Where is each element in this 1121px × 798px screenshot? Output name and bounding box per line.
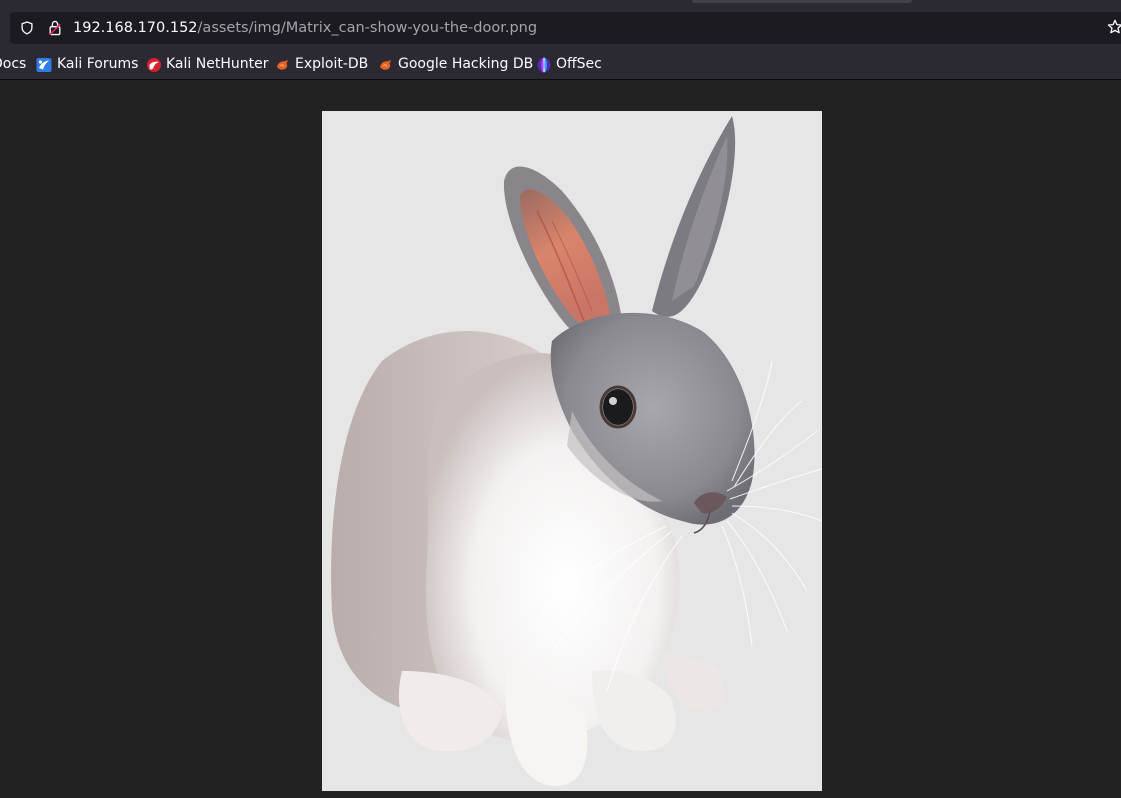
address-bar[interactable]: 192.168.170.152/assets/img/Matrix_can-sh… [10,12,1121,44]
navigation-toolbar: 192.168.170.152/assets/img/Matrix_can-sh… [0,8,1121,48]
rabbit-illustration [331,116,822,787]
kali-forums-icon [36,58,52,72]
lock-warning-icon[interactable] [48,20,62,36]
bookmark-label: Google Hacking DB [398,56,534,72]
page-viewport [0,80,1121,798]
bookmark-label: Kali NetHunter [166,56,269,72]
bookmark-kali-nethunter[interactable]: Kali NetHunter [146,55,269,73]
window-top-strip [0,0,1121,8]
url-text[interactable]: 192.168.170.152/assets/img/Matrix_can-sh… [73,19,537,37]
bookmark-label: Kali Forums [57,56,139,72]
bookmarks-toolbar: Docs Kali Forums Kali NetHunter Exploit-… [0,48,1121,80]
rabbit-image[interactable] [322,111,822,791]
exploit-db-icon [380,60,391,70]
star-icon[interactable] [1107,19,1121,35]
offsec-icon [537,57,551,73]
shield-icon[interactable] [20,21,34,35]
bookmark-label: OffSec [556,56,602,72]
exploit-db-icon [277,60,288,70]
tab-edge[interactable] [692,0,912,3]
bookmark-exploit-db[interactable]: Exploit-DB [275,55,370,73]
url-host: 192.168.170.152 [73,20,198,36]
url-path: /assets/img/Matrix_can-show-you-the-door… [197,20,538,36]
kali-nethunter-icon [147,58,161,72]
bookmark-label: Docs [0,56,27,72]
bookmark-label: Exploit-DB [295,56,369,72]
bookmark-google-hacking-db[interactable]: Google Hacking DB [378,55,533,73]
bookmark-offsec[interactable]: OffSec [536,55,606,73]
bookmark-kali-forums[interactable]: Kali Forums [36,55,139,73]
